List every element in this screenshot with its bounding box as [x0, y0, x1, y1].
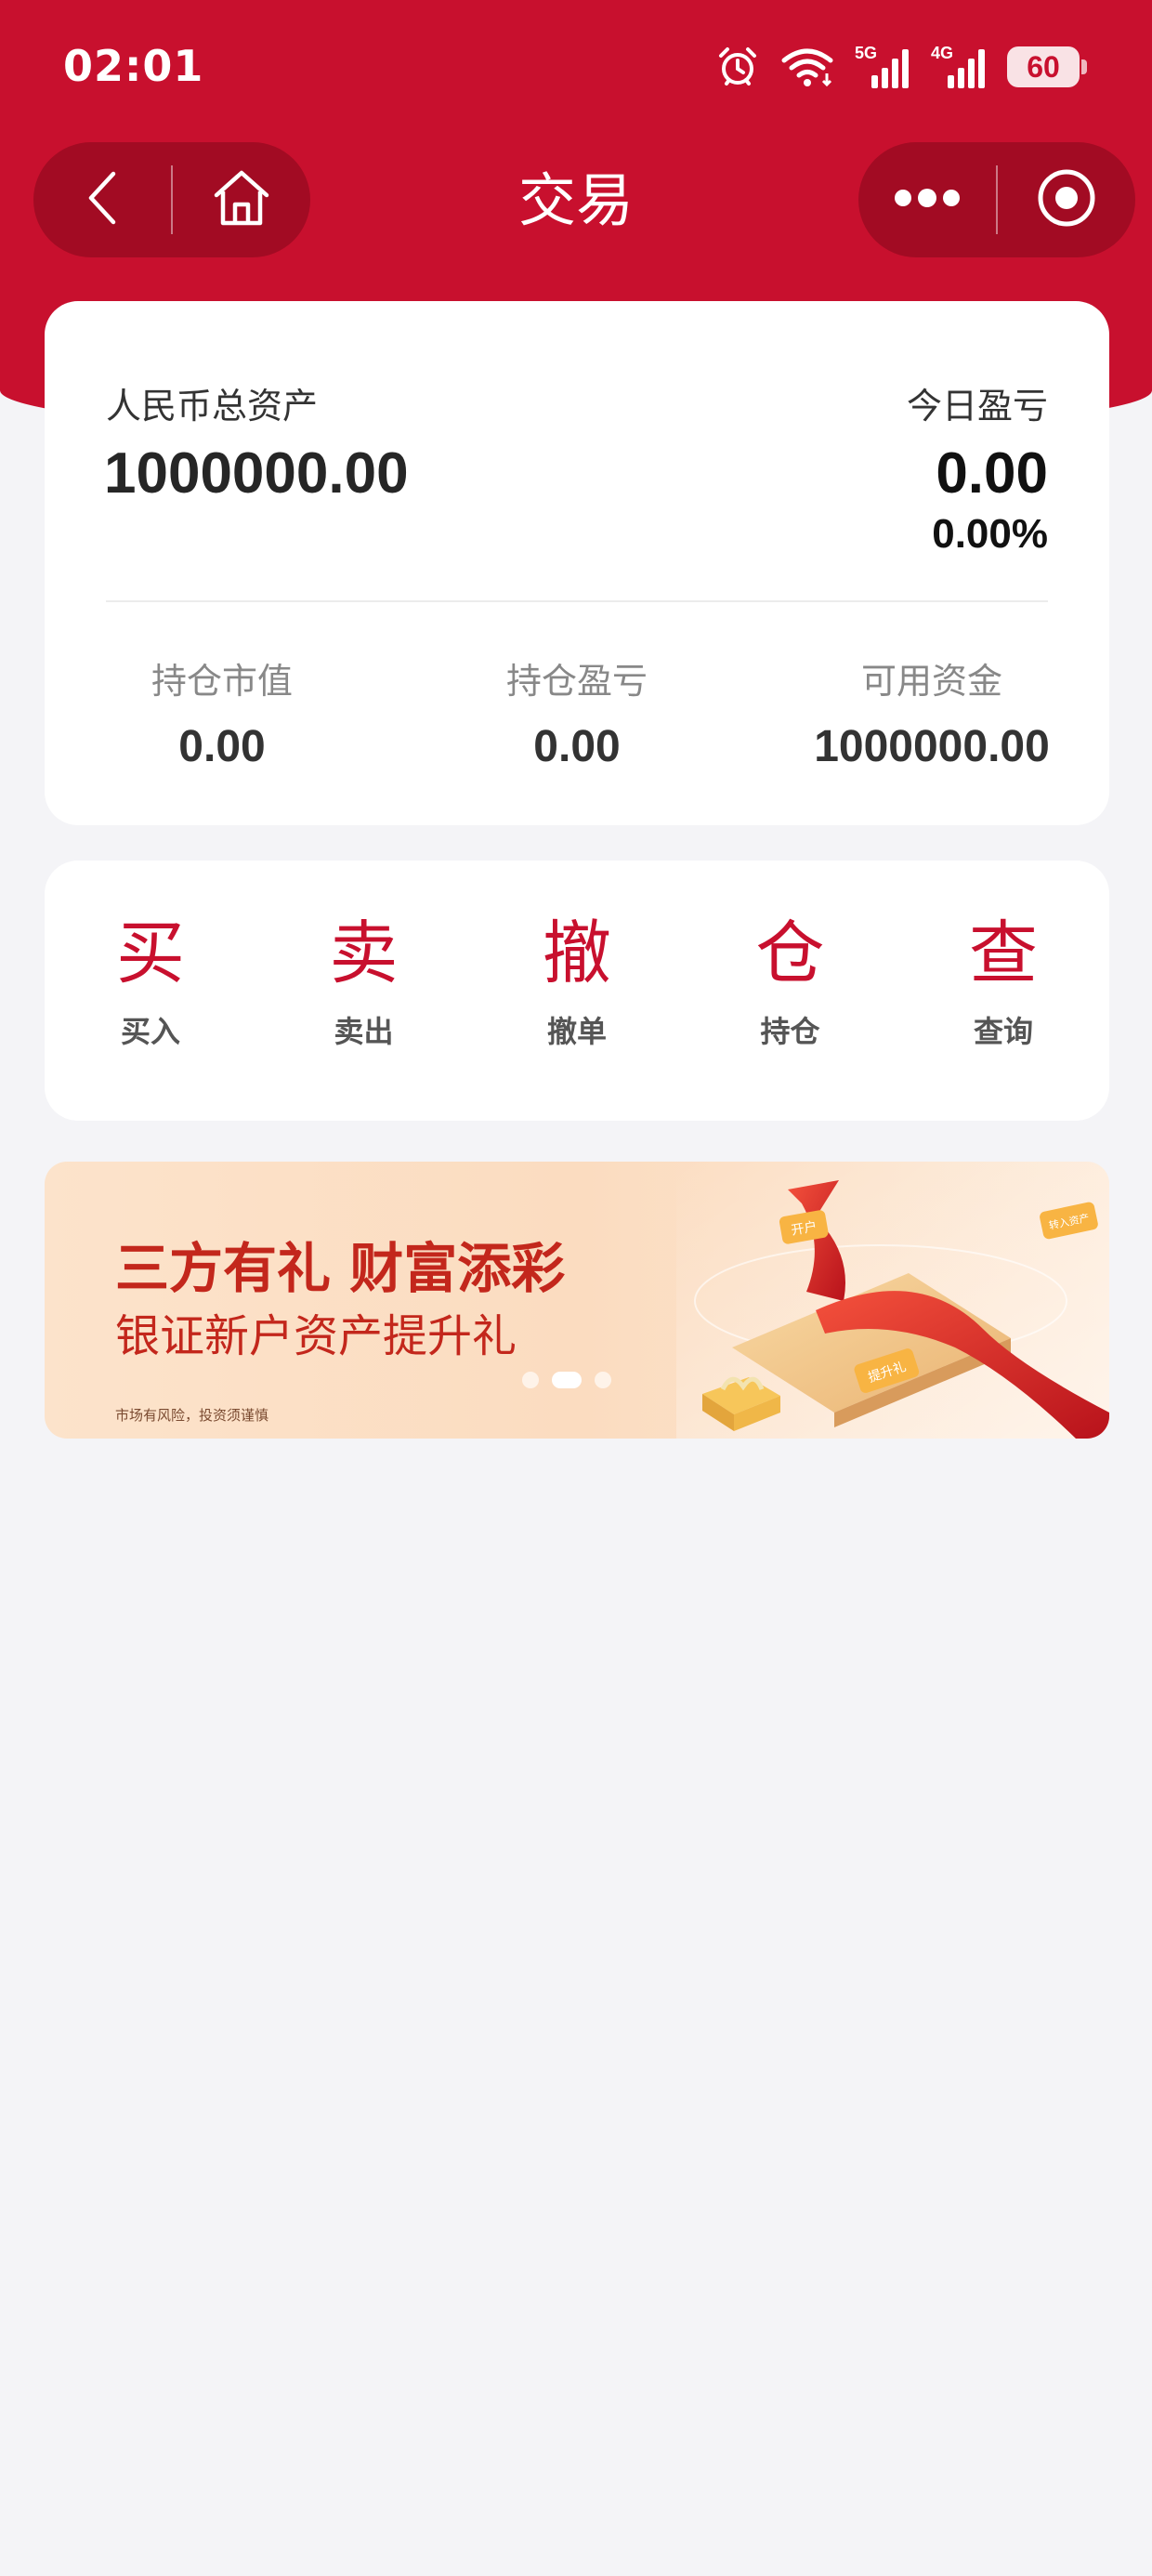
stat-label: 可用资金 [860, 661, 1002, 702]
promo-banner[interactable]: 三方有礼 财富添彩 银证新户资产提升礼 市场有风险，投资须谨慎 开户 转入资产 … [45, 1162, 1109, 1439]
page-title: 交易 [517, 166, 634, 234]
divider [106, 600, 1048, 602]
buy-label: 买入 [120, 1014, 180, 1049]
battery-icon: 60 [1007, 46, 1087, 87]
trade-actions-card: 买 买入 卖 卖出 撤 撤单 仓 持仓 查 查询 [45, 861, 1109, 1121]
banner-title: 三方有礼 财富添彩 [115, 1237, 566, 1300]
positions-button[interactable]: 仓 持仓 [716, 907, 865, 1052]
chevron-left-icon [82, 168, 123, 231]
carousel-dot-active[interactable] [552, 1372, 582, 1388]
banner-subtitle: 银证新户资产提升礼 [115, 1310, 517, 1362]
daily-pnl-percent: 0.00% [932, 511, 1048, 557]
stat-value: 0.00 [178, 722, 266, 771]
signal-5g-icon: 5G [855, 44, 910, 90]
total-assets-label: 人民币总资产 [106, 386, 319, 427]
status-icons: 5G 4G 60 [715, 41, 1087, 93]
positions-icon: 仓 [755, 913, 825, 993]
daily-pnl-label: 今日盈亏 [906, 386, 1048, 427]
asset-stats-row: 持仓市值 0.00 持仓盈亏 0.00 可用资金 1000000.00 [45, 658, 1109, 773]
stat-label: 持仓盈亏 [505, 661, 648, 702]
nav-left-capsule [33, 142, 310, 257]
stat-value: 0.00 [533, 722, 621, 771]
query-icon: 查 [969, 913, 1038, 993]
daily-pnl-value: 0.00 [936, 441, 1048, 506]
close-button[interactable] [998, 142, 1135, 257]
wifi-icon [780, 46, 834, 88]
home-icon [209, 165, 274, 234]
carousel-dot[interactable] [522, 1372, 539, 1388]
cancel-order-button[interactable]: 撤 撤单 [503, 907, 651, 1052]
status-time: 02:01 [63, 41, 204, 91]
home-button[interactable] [173, 142, 310, 257]
battery-level: 60 [1027, 49, 1060, 84]
sell-button[interactable]: 卖 卖出 [290, 907, 439, 1052]
signal-4g-icon: 4G [931, 44, 987, 90]
more-button[interactable] [858, 142, 996, 257]
cancel-order-icon: 撤 [543, 913, 611, 993]
banner-disclaimer: 市场有风险，投资须谨慎 [115, 1407, 269, 1424]
buy-icon: 买 [116, 913, 185, 993]
stat-label: 持仓市值 [151, 661, 293, 702]
cancel-order-label: 撤单 [546, 1014, 607, 1049]
sell-icon: 卖 [329, 913, 399, 993]
carousel-dot[interactable] [595, 1372, 611, 1388]
target-icon [1036, 167, 1097, 232]
carousel-dots [522, 1372, 611, 1388]
stat-market-value: 持仓市值 0.00 [45, 658, 399, 773]
nav-right-capsule [858, 142, 1135, 257]
status-bar: 02:01 5G 4G 60 [0, 0, 1152, 139]
asset-summary-card: 人民币总资产 1000000.00 今日盈亏 0.00 0.00% 持仓市值 0… [45, 301, 1109, 825]
stat-position-pnl: 持仓盈亏 0.00 [399, 658, 754, 773]
total-assets-value: 1000000.00 [104, 441, 409, 506]
query-button[interactable]: 查 查询 [929, 907, 1078, 1052]
growth-arrow-illustration: 开户 转入资产 提升礼 [676, 1162, 1109, 1439]
stat-available-funds: 可用资金 1000000.00 [754, 658, 1109, 773]
buy-button[interactable]: 买 买入 [76, 907, 225, 1052]
more-dots-icon [892, 187, 962, 213]
back-button[interactable] [33, 142, 171, 257]
query-label: 查询 [973, 1014, 1033, 1049]
stat-value: 1000000.00 [814, 722, 1050, 771]
alarm-icon [715, 45, 760, 89]
positions-label: 持仓 [760, 1014, 820, 1049]
sell-label: 卖出 [334, 1014, 394, 1049]
trade-actions: 买 买入 卖 卖出 撤 撤单 仓 持仓 查 查询 [76, 907, 1078, 1052]
